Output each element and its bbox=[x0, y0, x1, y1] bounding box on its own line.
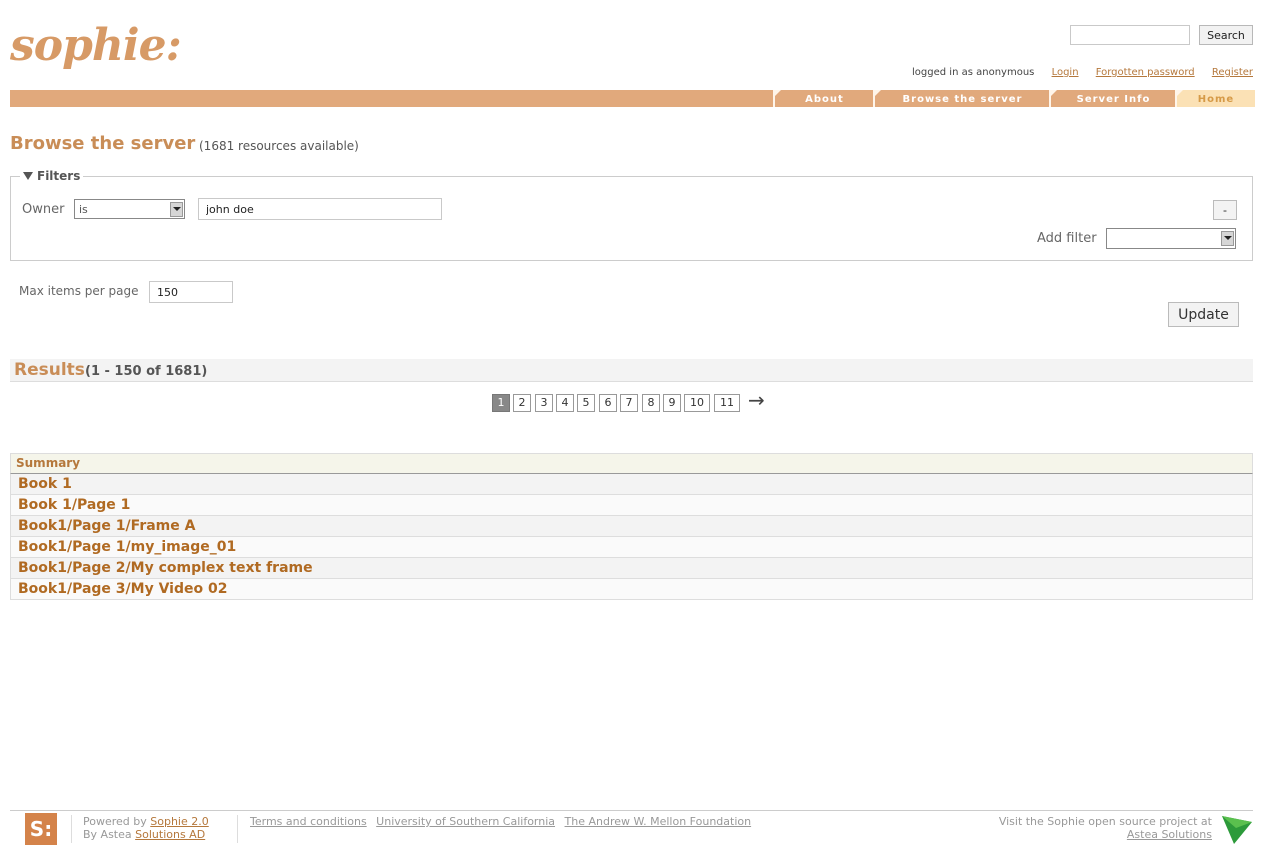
page-11[interactable]: 11 bbox=[714, 394, 740, 412]
table-row[interactable]: Book 1 bbox=[10, 474, 1253, 495]
owner-operator-value: is bbox=[79, 203, 88, 216]
dropdown-arrow-icon bbox=[170, 202, 183, 217]
table-row[interactable]: Book 1/Page 1 bbox=[10, 495, 1253, 516]
page-5[interactable]: 5 bbox=[577, 394, 595, 412]
main-nav: About Browse the server Server Info Home bbox=[10, 90, 1255, 107]
astea-logo-icon[interactable] bbox=[1220, 812, 1254, 846]
footer-separator bbox=[71, 815, 72, 843]
max-items-label: Max items per page bbox=[19, 284, 139, 298]
footer-links: Terms and conditions University of South… bbox=[250, 815, 757, 828]
summary-column-header[interactable]: Summary bbox=[10, 453, 1253, 474]
table-row[interactable]: Book1/Page 2/My complex text frame bbox=[10, 558, 1253, 579]
user-bar: logged in as anonymous Login Forgotten p… bbox=[912, 67, 1253, 78]
page-10[interactable]: 10 bbox=[684, 394, 710, 412]
nav-browse-the-server[interactable]: Browse the server bbox=[873, 90, 1050, 107]
sophie-footer-logo: S: bbox=[25, 813, 57, 845]
filters-toggle[interactable]: Filters bbox=[20, 169, 84, 183]
sophie-logo[interactable]: sophie: bbox=[10, 20, 182, 72]
page-2[interactable]: 2 bbox=[513, 394, 531, 412]
login-link[interactable]: Login bbox=[1052, 67, 1079, 78]
table-row[interactable]: Book1/Page 3/My Video 02 bbox=[10, 579, 1253, 600]
mellon-foundation-link[interactable]: The Andrew W. Mellon Foundation bbox=[565, 815, 752, 828]
by-prefix: By Astea bbox=[83, 828, 136, 841]
add-filter-label: Add filter bbox=[1037, 231, 1097, 246]
filters-legend-label: Filters bbox=[37, 169, 81, 183]
page-1[interactable]: 1 bbox=[492, 394, 510, 412]
max-items-input[interactable] bbox=[149, 281, 233, 303]
owner-operator-select[interactable]: is bbox=[74, 199, 185, 219]
powered-prefix: Powered by bbox=[83, 815, 151, 828]
page-8[interactable]: 8 bbox=[642, 394, 660, 412]
search-button[interactable]: Search bbox=[1199, 25, 1253, 45]
resource-count: (1681 resources available) bbox=[199, 139, 359, 153]
nav-home[interactable]: Home bbox=[1175, 90, 1255, 107]
nav-server-info[interactable]: Server Info bbox=[1049, 90, 1176, 107]
results-range: (1 - 150 of 1681) bbox=[85, 364, 208, 379]
terms-link[interactable]: Terms and conditions bbox=[250, 815, 367, 828]
register-link[interactable]: Register bbox=[1212, 67, 1253, 78]
remove-filter-button[interactable]: - bbox=[1213, 200, 1237, 220]
footer-separator bbox=[237, 815, 238, 843]
forgotten-password-link[interactable]: Forgotten password bbox=[1096, 67, 1195, 78]
filters-fieldset bbox=[10, 176, 1253, 261]
visit-project: Visit the Sophie open source project at … bbox=[999, 815, 1212, 841]
search-input[interactable] bbox=[1070, 25, 1190, 45]
page-title: Browse the server bbox=[10, 133, 196, 154]
usc-link[interactable]: University of Southern California bbox=[376, 815, 555, 828]
owner-value-input[interactable] bbox=[198, 198, 442, 220]
visit-text: Visit the Sophie open source project at bbox=[998, 815, 1212, 828]
powered-by: Powered by Sophie 2.0 By Astea Solutions… bbox=[83, 815, 209, 841]
astea-solutions-link[interactable]: Astea Solutions bbox=[1127, 828, 1212, 841]
nav-about[interactable]: About bbox=[773, 90, 874, 107]
next-page-arrow-icon[interactable]: → bbox=[748, 388, 765, 412]
page-4[interactable]: 4 bbox=[556, 394, 574, 412]
astea-solutions-ad-link[interactable]: Solutions AD bbox=[135, 828, 205, 841]
dropdown-arrow-icon bbox=[1221, 231, 1234, 246]
results-title: Results bbox=[14, 360, 85, 380]
footer-divider bbox=[10, 810, 1253, 811]
page-3[interactable]: 3 bbox=[535, 394, 553, 412]
page-6[interactable]: 6 bbox=[599, 394, 617, 412]
page-7[interactable]: 7 bbox=[620, 394, 638, 412]
owner-filter-label: Owner bbox=[22, 202, 65, 217]
summary-table: Summary Book 1 Book 1/Page 1 Book1/Page … bbox=[10, 453, 1253, 600]
add-filter-select[interactable] bbox=[1106, 228, 1236, 249]
sophie-version-link[interactable]: Sophie 2.0 bbox=[150, 815, 208, 828]
logged-in-status: logged in as anonymous bbox=[912, 67, 1035, 78]
table-row[interactable]: Book1/Page 1/Frame A bbox=[10, 516, 1253, 537]
page-9[interactable]: 9 bbox=[663, 394, 681, 412]
table-row[interactable]: Book1/Page 1/my_image_01 bbox=[10, 537, 1253, 558]
update-button[interactable]: Update bbox=[1168, 302, 1239, 327]
triangle-down-icon bbox=[23, 172, 33, 180]
